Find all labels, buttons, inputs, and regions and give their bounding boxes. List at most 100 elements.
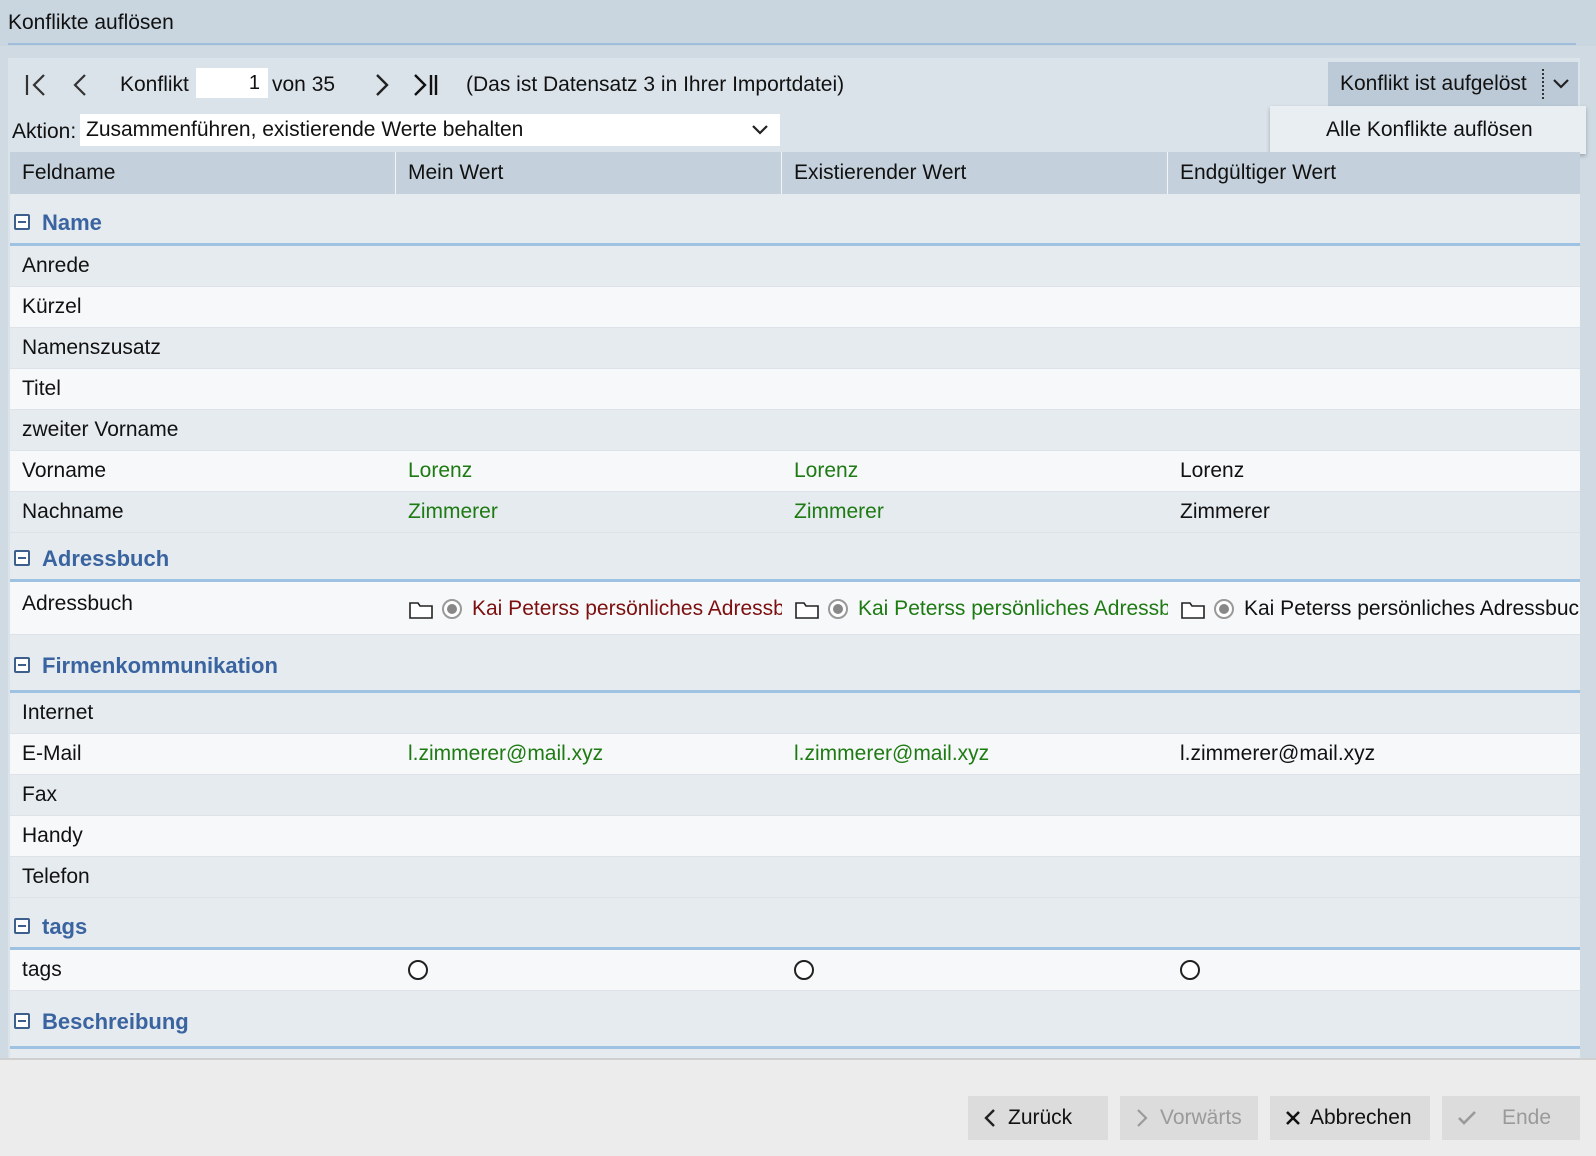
- table-row[interactable]: Internet: [10, 693, 1580, 734]
- existing-value[interactable]: Lorenz: [782, 451, 1168, 491]
- table-row[interactable]: Vorname Lorenz Lorenz Lorenz: [10, 451, 1580, 492]
- conflict-label: Konflikt: [120, 73, 189, 96]
- conflict-number-input[interactable]: [196, 68, 268, 98]
- existing-value-cell[interactable]: Kai Peterss persönliches Adressbuch: [782, 582, 1168, 634]
- mine-value[interactable]: l.zimmerer@mail.xyz: [396, 734, 782, 774]
- column-header-final[interactable]: Endgültiger Wert: [1168, 152, 1580, 194]
- forward-button[interactable]: Vorwärts: [1120, 1096, 1258, 1140]
- final-value[interactable]: Zimmerer: [1168, 492, 1580, 532]
- folder-icon: [1181, 602, 1205, 620]
- chevron-left-icon: [73, 74, 86, 96]
- table-row[interactable]: Kürzel: [10, 287, 1580, 328]
- group-title: Beschreibung: [42, 1009, 189, 1034]
- chevron-right-icon: [1137, 1109, 1148, 1127]
- finish-button[interactable]: Ende: [1442, 1096, 1580, 1140]
- chevron-down-icon: [1553, 79, 1569, 89]
- window-title: Konflikte auflösen: [8, 11, 174, 34]
- checkmark-icon: [1458, 1111, 1476, 1125]
- group-company-communication[interactable]: Firmenkommunikation: [10, 635, 1580, 693]
- table-row[interactable]: tags: [10, 950, 1580, 991]
- existing-value[interactable]: Zimmerer: [782, 492, 1168, 532]
- final-value-cell[interactable]: Kai Peterss persönliches Adressbuch: [1168, 582, 1580, 634]
- back-label: Zurück: [1008, 1106, 1073, 1129]
- final-tags-cell: [1168, 950, 1580, 990]
- table-row[interactable]: Telefon: [10, 857, 1580, 898]
- record-info: (Das ist Datensatz 3 in Ihrer Importdate…: [466, 73, 845, 96]
- group-description[interactable]: Beschreibung: [10, 991, 1580, 1049]
- table-row[interactable]: Namenszusatz: [10, 328, 1580, 369]
- radio-empty-icon[interactable]: [1180, 960, 1200, 981]
- field-name: Vorname: [22, 459, 107, 482]
- last-page-icon: [414, 74, 438, 96]
- mine-value-cell[interactable]: Kai Peterss persönliches Adressbuch: [396, 582, 782, 634]
- group-tags[interactable]: tags: [10, 898, 1580, 950]
- table-row[interactable]: Titel: [10, 369, 1580, 410]
- collapse-icon[interactable]: [14, 214, 30, 230]
- folder-icon: [409, 602, 433, 620]
- group-addressbook[interactable]: Adressbuch: [10, 533, 1580, 582]
- table-row[interactable]: Adressbuch Kai Peterss persönliches Adre…: [10, 582, 1580, 635]
- column-header-existing[interactable]: Existierender Wert: [782, 152, 1168, 194]
- mine-value: Kai Peterss persönliches Adressbuch: [472, 597, 782, 620]
- resolve-all-conflicts-item[interactable]: Alle Konflikte auflösen: [1326, 118, 1533, 142]
- previous-conflict-button[interactable]: [68, 70, 92, 100]
- field-name: Nachname: [22, 500, 124, 523]
- cancel-button[interactable]: Abbrechen: [1270, 1096, 1430, 1140]
- cancel-label: Abbrechen: [1310, 1106, 1412, 1129]
- conflict-resolved-button[interactable]: Konflikt ist aufgelöst: [1328, 72, 1542, 96]
- conflict-dialog: Konflikte auflösen Konflikt von 35 (Das …: [0, 0, 1596, 1156]
- existing-value[interactable]: l.zimmerer@mail.xyz: [782, 734, 1168, 774]
- resolve-menu-toggle[interactable]: [1544, 77, 1578, 91]
- close-icon: [1286, 1111, 1300, 1125]
- radio-selected-icon[interactable]: [1214, 599, 1234, 620]
- table-row[interactable]: zweiter Vorname: [10, 410, 1580, 451]
- first-conflict-button[interactable]: [20, 70, 52, 100]
- collapse-icon[interactable]: [14, 550, 30, 566]
- title-underline: [8, 43, 1576, 45]
- mine-value[interactable]: Lorenz: [396, 451, 782, 491]
- cell-icons: [1180, 598, 1234, 620]
- grid-body: Name Anrede Kürzel Namenszusatz Titel zw…: [10, 194, 1580, 1049]
- table-row[interactable]: Fax: [10, 775, 1580, 816]
- mine-value[interactable]: Zimmerer: [396, 492, 782, 532]
- radio-empty-icon[interactable]: [794, 960, 814, 981]
- collapse-icon[interactable]: [14, 657, 30, 673]
- collapse-icon[interactable]: [14, 918, 30, 934]
- field-name: Internet: [22, 701, 94, 724]
- final-value[interactable]: Lorenz: [1168, 451, 1580, 491]
- next-conflict-button[interactable]: [370, 70, 394, 100]
- field-name: Namenszusatz: [22, 336, 161, 359]
- folder-icon: [795, 602, 819, 620]
- collapse-icon[interactable]: [14, 1013, 30, 1029]
- field-name: E-Mail: [22, 742, 82, 765]
- action-selected-value: Zusammenführen, existierende Werte behal…: [86, 118, 524, 141]
- field-name: Adressbuch: [22, 592, 133, 615]
- table-row[interactable]: Nachname Zimmerer Zimmerer Zimmerer: [10, 492, 1580, 533]
- first-page-icon: [25, 74, 45, 96]
- action-dropdown-toggle[interactable]: [740, 123, 780, 137]
- final-value[interactable]: l.zimmerer@mail.xyz: [1168, 734, 1580, 774]
- final-value: Kai Peterss persönliches Adressbuch: [1244, 597, 1580, 620]
- resolve-dropdown-menu: Alle Konflikte auflösen: [1270, 106, 1586, 154]
- group-name[interactable]: Name: [10, 194, 1580, 246]
- field-name: Telefon: [22, 865, 90, 888]
- field-name: tags: [22, 958, 62, 981]
- radio-empty-icon[interactable]: [408, 960, 428, 981]
- action-label: Aktion:: [12, 120, 77, 143]
- finish-label: Ende: [1502, 1106, 1552, 1129]
- action-select[interactable]: Zusammenführen, existierende Werte behal…: [80, 114, 780, 146]
- table-row[interactable]: Anrede: [10, 246, 1580, 287]
- table-row[interactable]: E-Mail l.zimmerer@mail.xyz l.zimmerer@ma…: [10, 734, 1580, 775]
- column-header-mine[interactable]: Mein Wert: [396, 152, 782, 194]
- radio-selected-icon[interactable]: [442, 599, 462, 620]
- chevron-left-icon: [984, 1109, 995, 1127]
- last-conflict-button[interactable]: [410, 70, 442, 100]
- group-title: Name: [42, 210, 102, 235]
- column-header-field[interactable]: Feldname: [10, 152, 396, 194]
- group-title: Firmenkommunikation: [42, 653, 278, 678]
- back-button[interactable]: Zurück: [968, 1096, 1108, 1140]
- table-row[interactable]: Handy: [10, 816, 1580, 857]
- radio-selected-icon[interactable]: [828, 599, 848, 620]
- field-name: Anrede: [22, 254, 90, 277]
- existing-tags-cell: [782, 950, 1168, 990]
